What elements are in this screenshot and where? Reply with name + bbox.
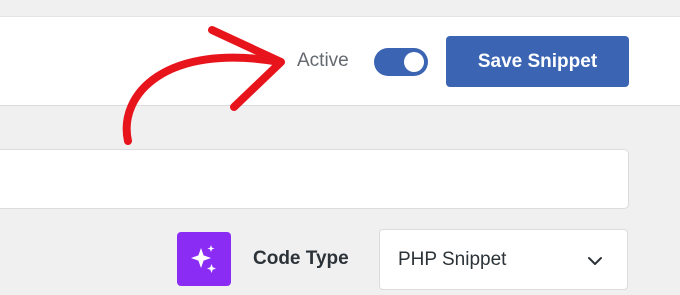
active-label: Active — [297, 50, 349, 71]
top-strip — [0, 0, 680, 16]
active-toggle[interactable] — [374, 48, 428, 76]
ai-generate-button[interactable] — [177, 232, 231, 286]
code-type-label: Code Type — [253, 248, 349, 269]
chevron-down-icon — [588, 257, 602, 265]
toggle-knob — [404, 52, 424, 72]
save-snippet-button[interactable]: Save Snippet — [446, 36, 629, 87]
code-type-selected-value: PHP Snippet — [398, 249, 507, 270]
code-type-select[interactable]: PHP Snippet — [379, 229, 628, 290]
snippet-title-input[interactable] — [0, 149, 629, 209]
sparkles-icon — [191, 245, 216, 273]
